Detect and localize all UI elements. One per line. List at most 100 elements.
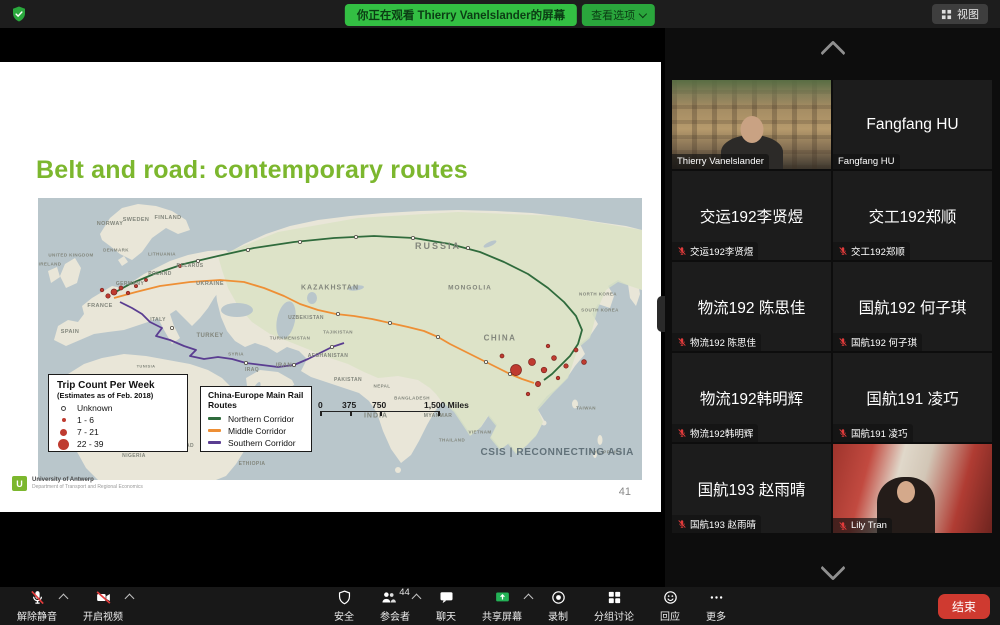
unknown-trip-dot [411,236,414,239]
trip-legend-title: Trip Count Per Week [57,380,179,391]
chat-icon [438,589,455,606]
participants-label: 参会者 [380,608,410,623]
end-meeting-button[interactable]: 结束 [938,594,990,619]
participant-label: Thierry Vanelslander [672,154,769,169]
unknown-trip-dot [336,312,339,315]
unmute-label: 解除静音 [17,608,57,623]
security-label: 安全 [334,608,354,623]
routes-legend-item: Northern Corridor [228,414,294,424]
mic-options-caret[interactable] [59,594,69,604]
trip-legend-item: 1 - 6 [77,415,94,425]
unmute-button[interactable]: 解除静音 [4,587,70,625]
chevron-up-icon [820,40,845,65]
trip-legend-subtitle: (Estimates as of Feb. 2018) [57,391,179,400]
more-button[interactable]: 更多 [693,587,739,625]
slide-page-number: 41 [619,486,631,498]
trip-count-dot [111,289,117,295]
participant-label-text: 交工192郑顺 [851,244,905,258]
muted-mic-icon [677,428,687,438]
trip-count-dot [126,291,130,295]
scale-line [320,411,440,418]
unknown-trip-dot [170,326,173,329]
muted-mic-icon [677,246,687,256]
encryption-shield-icon[interactable] [10,5,28,23]
northern-corridor-swatch [208,417,221,420]
view-button[interactable]: 视图 [932,4,988,24]
participant-tile-3[interactable]: 交运192李贤煜交运192李贤煜 [672,171,831,260]
view-options-label: 查看选项 [591,7,635,23]
participants-caret[interactable] [412,594,422,604]
unknown-symbol [61,406,66,411]
participant-label: 交工192郑顺 [833,242,910,260]
scale-label: 0 [318,400,323,410]
muted-mic-icon [677,337,687,347]
unknown-trip-dot [436,335,439,338]
participant-tile-6[interactable]: 国航192 何子琪国航192 何子琪 [833,262,992,351]
participant-label: 国航191 凌巧 [833,424,913,442]
view-options-button[interactable]: 查看选项 [582,4,655,26]
share-options-caret[interactable] [524,594,534,604]
unknown-trip-dot [330,345,333,348]
participant-tile-8[interactable]: 国航191 凌巧国航191 凌巧 [833,353,992,442]
rail-routes-legend: China-Europe Main Rail Routes Northern C… [200,386,312,452]
record-button[interactable]: 录制 [535,587,581,625]
breakout-rooms-button[interactable]: 分组讨论 [581,587,647,625]
trip-count-dot [179,265,182,268]
participant-tile-4[interactable]: 交工192郑顺交工192郑顺 [833,171,992,260]
participants-gallery: Thierry Vanelslander Fangfang HUFangfang … [665,28,1000,587]
dot-small-symbol [62,418,66,422]
chat-button[interactable]: 聊天 [423,587,469,625]
top-bar: 你正在观看 Thierry Vanelslander的屏幕 查看选项 视图 [0,0,1000,28]
unknown-trip-dot [244,361,247,364]
reactions-icon [662,589,679,606]
start-video-label: 开启视频 [83,608,123,623]
reactions-label: 回应 [660,608,680,623]
video-options-caret[interactable] [125,594,135,604]
grid-icon [941,9,952,20]
participant-label-text: Lily Tran [851,520,887,531]
share-screen-button[interactable]: 共享屏幕 [469,587,535,625]
university-logo-line2: Department of Transport and Regional Eco… [32,484,143,490]
record-icon [550,589,567,606]
gallery-scroll-down[interactable] [665,559,1000,577]
more-label: 更多 [706,608,726,623]
security-button[interactable]: 安全 [321,587,367,625]
gallery-scroll-up[interactable] [665,44,1000,62]
participants-button[interactable]: 44 参会者 [367,587,423,625]
view-button-label: 视图 [957,6,979,22]
participants-count: 44 [399,587,410,598]
black-sea [221,303,253,317]
participant-tile-7[interactable]: 物流192韩明辉物流192韩明辉 [672,353,831,442]
participant-tile-2[interactable]: Fangfang HUFangfang HU [833,80,992,169]
presentation-slide: Belt and road: contemporary routes [0,62,661,512]
unknown-trip-dot [298,240,301,243]
participant-tile-10[interactable]: Lily Tran [833,444,992,533]
mic-muted-icon [29,589,46,606]
participant-tile-1[interactable]: Thierry Vanelslander [672,80,831,169]
map-scale-bar: 0 375 750 1,500 Miles [320,400,490,422]
dot-large-symbol [58,439,69,450]
camera-off-icon [95,589,112,606]
sidebar-resize-handle[interactable] [657,296,665,332]
routes-legend-item: Middle Corridor [228,426,286,436]
start-video-button[interactable]: 开启视频 [70,587,136,625]
muted-mic-icon [838,337,848,347]
unknown-trip-dot [466,246,469,249]
csis-watermark: CSIS | RECONNECTING ASIA [480,447,634,458]
participant-label-text: 物流192 陈思佳 [690,335,756,349]
muted-mic-icon [677,519,687,529]
muted-mic-icon [838,246,848,256]
chat-label: 聊天 [436,608,456,623]
participant-tile-5[interactable]: 物流192 陈思佳物流192 陈思佳 [672,262,831,351]
trip-count-dot [556,376,560,380]
middle-corridor-swatch [208,429,221,432]
reactions-button[interactable]: 回应 [647,587,693,625]
land-srilanka [395,467,401,473]
participant-label: Fangfang HU [833,154,900,169]
muted-mic-icon [838,521,848,531]
meeting-toolbar: 解除静音 开启视频 安全 44 参会者 [0,587,1000,625]
trip-count-dot [119,286,123,290]
trip-count-dot [529,359,536,366]
participant-tile-9[interactable]: 国航193 赵雨晴国航193 赵雨晴 [672,444,831,533]
zoom-meeting-window: 你正在观看 Thierry Vanelslander的屏幕 查看选项 视图 Be… [0,0,1000,625]
